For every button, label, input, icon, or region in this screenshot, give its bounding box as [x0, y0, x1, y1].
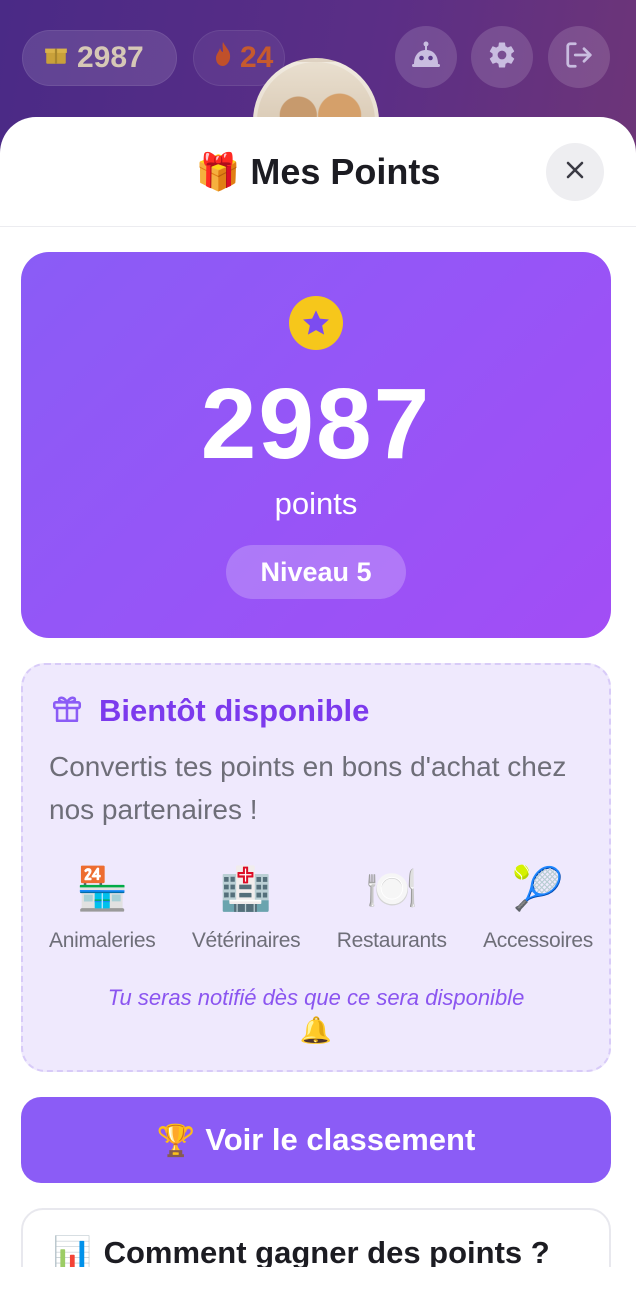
flame-icon — [214, 41, 232, 75]
partner-vets: 🏥 Vétérinaires — [191, 861, 301, 953]
top-bar: 2987 24 — [0, 0, 636, 184]
tennis-ball-icon: 🎾 — [511, 865, 565, 912]
coming-soon-description: Convertis tes points en bons d'achat che… — [49, 751, 567, 825]
points-total: 2987 — [200, 368, 432, 480]
level-badge: Niveau 5 — [226, 545, 406, 599]
partner-label: Vétérinaires — [191, 929, 301, 952]
bottom-edge — [0, 1267, 636, 1292]
gear-icon — [487, 40, 517, 75]
partner-label: Restaurants — [336, 929, 447, 952]
settings-button[interactable] — [471, 26, 533, 88]
robot-icon — [410, 40, 442, 75]
robot-button[interactable] — [395, 26, 457, 88]
close-icon — [564, 159, 586, 186]
points-pill[interactable]: 2987 — [22, 30, 177, 86]
gift-outline-icon — [49, 691, 85, 730]
hospital-icon: 🏥 — [219, 865, 273, 912]
notify-text: Tu seras notifié dès que ce sera disponi… — [107, 985, 525, 1010]
points-sheet: 🎁 Mes Points 2987 points Niveau 5 Bientô… — [0, 117, 636, 1292]
points-pill-value: 2987 — [77, 41, 144, 74]
page-title: 🎁 Mes Points — [196, 151, 441, 193]
coming-soon-card: Bientôt disponible Convertis tes points … — [21, 663, 611, 1072]
notify-message: Tu seras notifié dès que ce sera disponi… — [23, 983, 609, 1045]
how-to-earn-title: 📊 Comment gagner des points ? — [53, 1234, 550, 1271]
partners-list: 🏪 Animaleries 🏥 Vétérinaires 🍽️ Restaura… — [23, 861, 613, 953]
store-icon: 🏪 — [76, 865, 129, 912]
partner-label: Accessoires — [483, 929, 593, 952]
coming-soon-title: Bientôt disponible — [99, 692, 370, 728]
sheet-header: 🎁 Mes Points — [0, 117, 636, 227]
coming-soon-header: Bientôt disponible — [49, 691, 369, 730]
how-to-earn-text: Comment gagner des points ? — [103, 1234, 550, 1270]
chart-icon: 📊 — [53, 1235, 92, 1270]
partner-label: Animaleries — [49, 929, 156, 952]
page-title-text: Mes Points — [250, 150, 441, 192]
close-button[interactable] — [546, 143, 604, 201]
bell-icon: 🔔 — [299, 1015, 333, 1045]
gift-icon: 🎁 — [195, 150, 241, 192]
partner-accessories: 🎾 Accessoires — [483, 861, 593, 953]
points-card: 2987 points Niveau 5 — [21, 252, 611, 638]
plate-icon: 🍽️ — [365, 865, 418, 912]
partner-restaurants: 🍽️ Restaurants — [337, 861, 447, 953]
partner-pet-stores: 🏪 Animaleries — [49, 861, 156, 953]
points-unit: points — [274, 486, 358, 521]
star-icon — [289, 296, 343, 350]
view-ranking-button[interactable]: 🏆 Voir le classement — [21, 1097, 611, 1183]
trophy-icon: 🏆 — [156, 1122, 196, 1158]
view-ranking-label: Voir le classement — [205, 1122, 476, 1157]
gift-icon — [43, 41, 69, 75]
streak-value: 24 — [240, 41, 274, 74]
logout-icon — [564, 40, 594, 75]
logout-button[interactable] — [548, 26, 610, 88]
